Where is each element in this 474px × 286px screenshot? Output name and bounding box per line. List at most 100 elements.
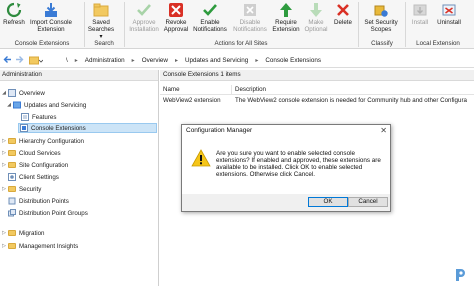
dialog-titlebar: Configuration Manager ✕ (182, 125, 390, 136)
tree-item-label: Cloud Services (19, 149, 61, 157)
folder-icon (8, 230, 16, 236)
ribbon-separator (405, 2, 406, 47)
column-header-description[interactable]: Description (232, 85, 266, 94)
uninstall-button[interactable]: Uninstall (434, 1, 464, 26)
import-console-extension-label: Import Console Extension (30, 19, 72, 33)
collapse-arrow-icon[interactable]: ◢ (6, 102, 12, 108)
breadcrumb-updates-servicing[interactable]: Updates and Servicing (181, 57, 252, 64)
require-extension-icon (277, 1, 295, 18)
group-label-console-extensions: Console Extensions (14, 40, 70, 47)
saved-searches-button[interactable]: Saved Searches ▾ (86, 1, 116, 40)
tree-item-features[interactable]: Features (20, 112, 56, 122)
up-folder-icon[interactable] (28, 55, 44, 65)
expand-arrow-icon[interactable]: ▷ (1, 138, 7, 144)
tree-item-overview[interactable]: ◢ Overview (1, 88, 45, 98)
expand-arrow-icon[interactable]: ▷ (1, 150, 7, 156)
expand-arrow-icon[interactable]: ▷ (1, 162, 7, 168)
make-optional-button[interactable]: Make Optional (302, 1, 330, 33)
approve-installation-icon (135, 1, 153, 18)
ribbon: Refresh Import Console Extension Saved S… (0, 0, 474, 49)
enable-notifications-icon (201, 1, 219, 18)
tree-item-label: Client Settings (19, 173, 59, 181)
column-header-name[interactable]: Name (160, 85, 232, 94)
uninstall-label: Uninstall (437, 19, 461, 26)
tree-item-security[interactable]: ▷ Security (1, 184, 41, 194)
tree-item-site-configuration[interactable]: ▷ Site Configuration (1, 160, 68, 170)
ribbon-separator (358, 2, 359, 47)
uninstall-icon (440, 1, 458, 18)
folder-icon (8, 243, 16, 249)
set-security-scopes-button[interactable]: Set Security Scopes (361, 1, 401, 33)
import-extension-icon (42, 1, 60, 18)
expand-arrow-icon[interactable]: ▷ (1, 186, 7, 192)
tree-item-distribution-point-groups[interactable]: Distribution Point Groups (7, 208, 88, 218)
tree-item-migration[interactable]: ▷ Migration (1, 228, 44, 238)
set-security-scopes-label: Set Security Scopes (364, 19, 398, 33)
refresh-icon (5, 1, 23, 18)
revoke-approval-button[interactable]: Revoke Approval (162, 1, 190, 33)
group-label-search: Search (94, 40, 114, 47)
ribbon-separator (124, 2, 125, 47)
client-settings-icon (8, 173, 16, 181)
delete-label: Delete (334, 19, 352, 26)
nav-header: Administration (0, 70, 158, 81)
expand-arrow-icon[interactable]: ▷ (1, 230, 7, 236)
dialog-footer: OK Cancel (182, 194, 390, 211)
tree-item-hierarchy-configuration[interactable]: ▷ Hierarchy Configuration (1, 136, 84, 146)
import-console-extension-button[interactable]: Import Console Extension (28, 1, 74, 33)
refresh-button[interactable]: Refresh (3, 1, 25, 26)
approve-installation-button[interactable]: Approve Installation (126, 1, 162, 33)
refresh-label: Refresh (3, 19, 25, 26)
tree-item-cloud-services[interactable]: ▷ Cloud Services (1, 148, 61, 158)
saved-searches-label: Saved Searches ▾ (87, 19, 115, 40)
folder-icon (8, 186, 16, 192)
tree-item-label: Management Insights (19, 242, 79, 250)
tree-item-updates-servicing[interactable]: ◢ Updates and Servicing (6, 100, 86, 110)
collapse-arrow-icon[interactable]: ◢ (1, 90, 7, 96)
enable-notifications-button[interactable]: Enable Notifications (191, 1, 229, 33)
tree-item-management-insights[interactable]: ▷ Management Insights (1, 241, 78, 251)
enable-notifications-label: Enable Notifications (193, 19, 227, 33)
dialog-message: Are you sure you want to enable selected… (216, 150, 381, 178)
tree-item-client-settings[interactable]: Client Settings (7, 172, 59, 182)
close-icon[interactable]: ✕ (380, 125, 387, 136)
breadcrumb-root[interactable]: \ (62, 57, 72, 64)
cell-name: WebView2 extension (163, 97, 221, 104)
warning-icon (191, 149, 211, 169)
revoke-approval-label: Revoke Approval (163, 19, 189, 33)
cancel-button[interactable]: Cancel (348, 197, 388, 207)
table-row[interactable]: WebView2 extension The WebView2 console … (160, 96, 474, 106)
breadcrumb-overview[interactable]: Overview (138, 57, 172, 64)
group-label-local-extension: Local Extension (416, 40, 460, 47)
install-label: Install (411, 19, 429, 26)
back-arrow-icon[interactable] (2, 55, 12, 65)
delete-button[interactable]: Delete (331, 1, 355, 26)
watermark-logo-icon (453, 268, 467, 282)
require-extension-button[interactable]: Require Extension (271, 1, 301, 33)
console-extensions-icon (20, 124, 28, 132)
breadcrumb-separator-icon: ▸ (74, 57, 78, 64)
expand-arrow-icon[interactable]: ▷ (1, 243, 7, 249)
breadcrumb-console-extensions[interactable]: Console Extensions (261, 57, 325, 64)
breadcrumb-separator-icon: ▸ (255, 57, 259, 64)
breadcrumb-separator-icon: ▸ (131, 57, 135, 64)
approve-installation-label: Approve Installation (129, 19, 159, 33)
make-optional-label: Make Optional (304, 19, 328, 33)
breadcrumb-administration[interactable]: Administration (81, 57, 129, 64)
install-button[interactable]: Install (408, 1, 432, 26)
tree-item-console-extensions[interactable]: Console Extensions (18, 123, 157, 133)
tree-item-label: Console Extensions (31, 124, 86, 132)
folder-icon (8, 150, 16, 156)
tree-item-distribution-points[interactable]: Distribution Points (7, 196, 69, 206)
folder-icon (8, 162, 16, 168)
disable-notifications-button[interactable]: Disable Notifications (230, 1, 270, 33)
tree-item-label: Site Configuration (19, 161, 69, 169)
forward-arrow-icon[interactable] (14, 55, 24, 65)
group-label-actions-all-sites: Actions for All Sites (214, 40, 268, 47)
breadcrumb-separator-icon: ▸ (174, 57, 178, 64)
tree-item-label: Distribution Point Groups (19, 209, 88, 217)
address-bar: \ ▸ Administration ▸ Overview ▸ Updates … (0, 52, 474, 68)
dialog-title: Configuration Manager (186, 127, 253, 134)
distribution-point-groups-icon (8, 209, 16, 217)
ok-button[interactable]: OK (308, 197, 348, 207)
